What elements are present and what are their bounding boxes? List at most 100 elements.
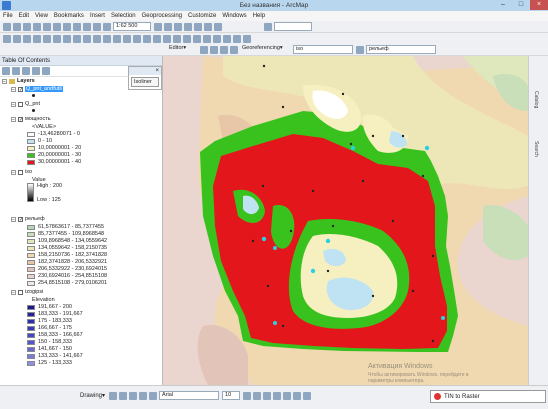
map-canvas[interactable] <box>163 56 528 385</box>
maximize-button[interactable]: □ <box>512 0 530 10</box>
text-icon[interactable] <box>139 391 148 400</box>
viewer-icon[interactable] <box>233 34 241 43</box>
undo-icon[interactable] <box>83 22 91 31</box>
collapse-icon[interactable]: − <box>11 216 16 222</box>
fixed-zoom-in-icon[interactable] <box>43 34 51 43</box>
full-extent-icon[interactable] <box>33 34 41 43</box>
bold-icon[interactable] <box>243 391 252 400</box>
swipe-icon[interactable] <box>163 34 171 43</box>
collapse-icon[interactable]: − <box>11 169 16 175</box>
layer-checkbox[interactable]: ✓ <box>18 216 23 222</box>
line-color-icon[interactable] <box>293 391 302 400</box>
menu-customize[interactable]: Customize <box>188 13 216 19</box>
menu-help[interactable]: Help <box>253 13 265 19</box>
select-features-icon[interactable] <box>83 34 91 43</box>
pan-icon[interactable] <box>23 34 31 43</box>
list-by-drawing-order-icon[interactable] <box>2 67 10 75</box>
menu-selection[interactable]: Selection <box>111 13 136 19</box>
add-data-icon[interactable] <box>103 22 111 31</box>
hyperlink-icon[interactable] <box>143 34 151 43</box>
rotate-icon[interactable] <box>356 45 364 54</box>
search-icon[interactable] <box>184 22 192 31</box>
layout-icon[interactable] <box>243 34 251 43</box>
arc-segment-icon[interactable] <box>230 45 238 54</box>
editor-menu[interactable]: Editor▾ <box>167 45 197 54</box>
collapse-icon[interactable]: − <box>11 116 16 122</box>
clear-selection-icon[interactable] <box>93 34 101 43</box>
edit-vertices-icon[interactable] <box>149 391 158 400</box>
spatial-analyst-icon[interactable] <box>264 22 272 31</box>
collapse-icon[interactable]: − <box>2 78 7 84</box>
zoom-in-icon[interactable] <box>3 34 11 43</box>
layer-relief[interactable]: − ✓ рельеф <box>11 216 45 222</box>
menu-bookmarks[interactable]: Bookmarks <box>54 13 84 19</box>
collapse-icon[interactable]: − <box>11 86 16 92</box>
layer-izogipsi[interactable]: − izogipsi <box>11 289 43 295</box>
menu-geoprocessing[interactable]: Geoprocessing <box>142 13 182 19</box>
go-to-xy-icon[interactable] <box>203 34 211 43</box>
save-icon[interactable] <box>23 22 31 31</box>
collapse-icon[interactable]: − <box>11 101 16 107</box>
find-icon[interactable] <box>123 34 131 43</box>
fixed-zoom-out-icon[interactable] <box>53 34 61 43</box>
modelbuilder-icon[interactable] <box>214 22 222 31</box>
layer-name[interactable]: Q_pnt_andfutil <box>25 86 63 92</box>
menu-edit[interactable]: Edit <box>19 13 29 19</box>
georeferencing-menu[interactable]: Georeferencing▾ <box>240 45 290 54</box>
layer-checkbox[interactable] <box>18 101 23 107</box>
create-viewer-icon[interactable] <box>183 34 191 43</box>
layer-q-pnt[interactable]: − Q_pnt <box>11 101 40 107</box>
collapse-icon[interactable]: − <box>11 289 16 295</box>
close-icon[interactable]: × <box>155 68 159 74</box>
minimize-button[interactable]: – <box>494 0 512 10</box>
redo-icon[interactable] <box>93 22 101 31</box>
back-icon[interactable] <box>63 34 71 43</box>
geoprocessing-notification[interactable]: TIN to Raster <box>430 390 546 403</box>
copy-icon[interactable] <box>53 22 61 31</box>
catalog-tab[interactable]: Catalog <box>533 91 539 108</box>
list-by-source-icon[interactable] <box>12 67 20 75</box>
font-dropdown[interactable]: Arial <box>159 391 220 400</box>
underline-icon[interactable] <box>263 391 272 400</box>
list-by-visibility-icon[interactable] <box>22 67 30 75</box>
isoliner-button[interactable]: Isoliner <box>131 77 159 87</box>
font-size-dropdown[interactable]: 10 <box>222 391 241 400</box>
time-slider-icon[interactable] <box>173 34 181 43</box>
select-elements-icon[interactable] <box>103 34 111 43</box>
overview-icon[interactable] <box>223 34 231 43</box>
python-icon[interactable] <box>204 22 212 31</box>
straight-segment-icon[interactable] <box>220 45 228 54</box>
layer-iso[interactable]: − iso <box>11 169 32 175</box>
paste-icon[interactable] <box>63 22 71 31</box>
identify-icon[interactable] <box>113 34 121 43</box>
cut-icon[interactable] <box>43 22 51 31</box>
html-popup-icon[interactable] <box>153 34 161 43</box>
arctoolbox-icon[interactable] <box>194 22 202 31</box>
layer-checkbox[interactable] <box>18 169 23 175</box>
select-elements-icon[interactable] <box>109 391 118 400</box>
menu-windows[interactable]: Windows <box>222 13 246 19</box>
layer-checkbox[interactable]: ✓ <box>18 116 23 122</box>
delete-icon[interactable] <box>73 22 81 31</box>
layer-name[interactable]: рельеф <box>25 216 45 222</box>
layer-moshnost[interactable]: − ✓ мощность <box>11 116 51 122</box>
options-icon[interactable] <box>42 67 50 75</box>
editor-toolbar-icon[interactable] <box>154 22 162 31</box>
scale-dropdown[interactable]: 1:62 500 <box>113 22 151 31</box>
catalog-icon[interactable] <box>174 22 182 31</box>
spatial-analyst-dropdown[interactable] <box>274 22 312 31</box>
find-route-icon[interactable] <box>193 34 201 43</box>
layer-name[interactable]: Q_pnt <box>25 101 40 107</box>
layer-q-pnt-andfutil[interactable]: − ✓ Q_pnt_andfutil <box>11 86 63 92</box>
magnifier-icon[interactable] <box>213 34 221 43</box>
georef-layer-dropdown[interactable]: iso <box>293 45 353 54</box>
layer-checkbox[interactable]: ✓ <box>18 86 23 92</box>
zoom-out-icon[interactable] <box>13 34 21 43</box>
map-view[interactable]: Активация Windows Чтобы активировать Win… <box>163 56 528 385</box>
layer-dropdown[interactable]: рельеф <box>366 45 436 54</box>
edit-tool-icon[interactable] <box>200 45 208 54</box>
list-by-selection-icon[interactable] <box>32 67 40 75</box>
edit-annotation-icon[interactable] <box>210 45 218 54</box>
print-icon[interactable] <box>33 22 41 31</box>
drawing-menu[interactable]: Drawing▾ <box>80 392 105 399</box>
